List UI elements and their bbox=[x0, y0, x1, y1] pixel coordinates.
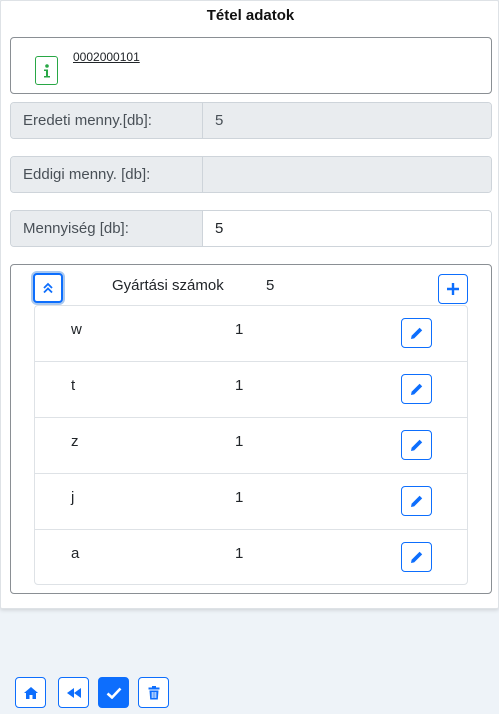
serial-numbers-panel: Gyártási számok 5 w 1 t 1 z 1 j 1 a 1 bbox=[10, 264, 492, 594]
serial-qty: 1 bbox=[235, 377, 244, 394]
back-button[interactable] bbox=[58, 677, 89, 708]
home-button[interactable] bbox=[15, 677, 46, 708]
pencil-icon bbox=[410, 551, 422, 563]
so-far-quantity-row: Eddigi menny. [db]: bbox=[10, 156, 492, 193]
serial-name: a bbox=[71, 545, 80, 562]
item-details-card: Tétel adatok 0002000101 Eredeti menny.[d… bbox=[0, 0, 499, 609]
serial-qty: 1 bbox=[235, 489, 244, 506]
edit-button[interactable] bbox=[401, 374, 432, 404]
item-code-link[interactable]: 0002000101 bbox=[73, 50, 140, 64]
serial-name: w bbox=[71, 321, 82, 338]
confirm-button[interactable] bbox=[98, 677, 129, 708]
quantity-label: Mennyiség [db]: bbox=[11, 211, 203, 246]
rewind-icon bbox=[66, 687, 81, 698]
serial-name: z bbox=[71, 433, 79, 450]
so-far-quantity-value bbox=[203, 157, 491, 192]
list-item: w 1 bbox=[35, 306, 467, 362]
pencil-icon bbox=[410, 327, 422, 339]
serial-numbers-title: Gyártási számok bbox=[112, 277, 224, 294]
page-title: Tétel adatok bbox=[206, 7, 295, 24]
list-item: a 1 bbox=[35, 530, 467, 584]
serial-qty: 1 bbox=[235, 433, 244, 450]
serial-name: j bbox=[71, 489, 75, 506]
plus-icon bbox=[447, 283, 459, 295]
collapse-button[interactable] bbox=[33, 273, 63, 303]
quantity-row: Mennyiség [db]: 5 bbox=[10, 210, 492, 247]
original-quantity-label: Eredeti menny.[db]: bbox=[11, 103, 203, 138]
edit-button[interactable] bbox=[401, 486, 432, 516]
quantity-input[interactable]: 5 bbox=[203, 211, 491, 246]
pencil-icon bbox=[410, 495, 422, 507]
item-info-box: 0002000101 bbox=[10, 37, 492, 94]
edit-button[interactable] bbox=[401, 542, 432, 572]
add-serial-button[interactable] bbox=[438, 274, 468, 304]
check-icon bbox=[106, 687, 121, 699]
edit-button[interactable] bbox=[401, 318, 432, 348]
pencil-icon bbox=[410, 439, 422, 451]
delete-button[interactable] bbox=[138, 677, 169, 708]
serial-qty: 1 bbox=[235, 321, 244, 338]
list-item: z 1 bbox=[35, 418, 467, 474]
list-item: j 1 bbox=[35, 474, 467, 530]
serial-qty: 1 bbox=[235, 545, 244, 562]
home-icon bbox=[23, 686, 38, 699]
trash-icon bbox=[148, 685, 159, 699]
original-quantity-row: Eredeti menny.[db]: 5 bbox=[10, 102, 492, 139]
serial-name: t bbox=[71, 377, 76, 394]
pencil-icon bbox=[410, 383, 422, 395]
info-icon[interactable] bbox=[35, 56, 58, 85]
edit-button[interactable] bbox=[401, 430, 432, 460]
serial-numbers-count: 5 bbox=[266, 277, 275, 294]
list-item: t 1 bbox=[35, 362, 467, 418]
original-quantity-value: 5 bbox=[203, 103, 491, 138]
double-chevron-up-icon bbox=[43, 282, 53, 294]
so-far-quantity-label: Eddigi menny. [db]: bbox=[11, 157, 203, 192]
serial-list: w 1 t 1 z 1 j 1 a 1 bbox=[34, 305, 468, 585]
